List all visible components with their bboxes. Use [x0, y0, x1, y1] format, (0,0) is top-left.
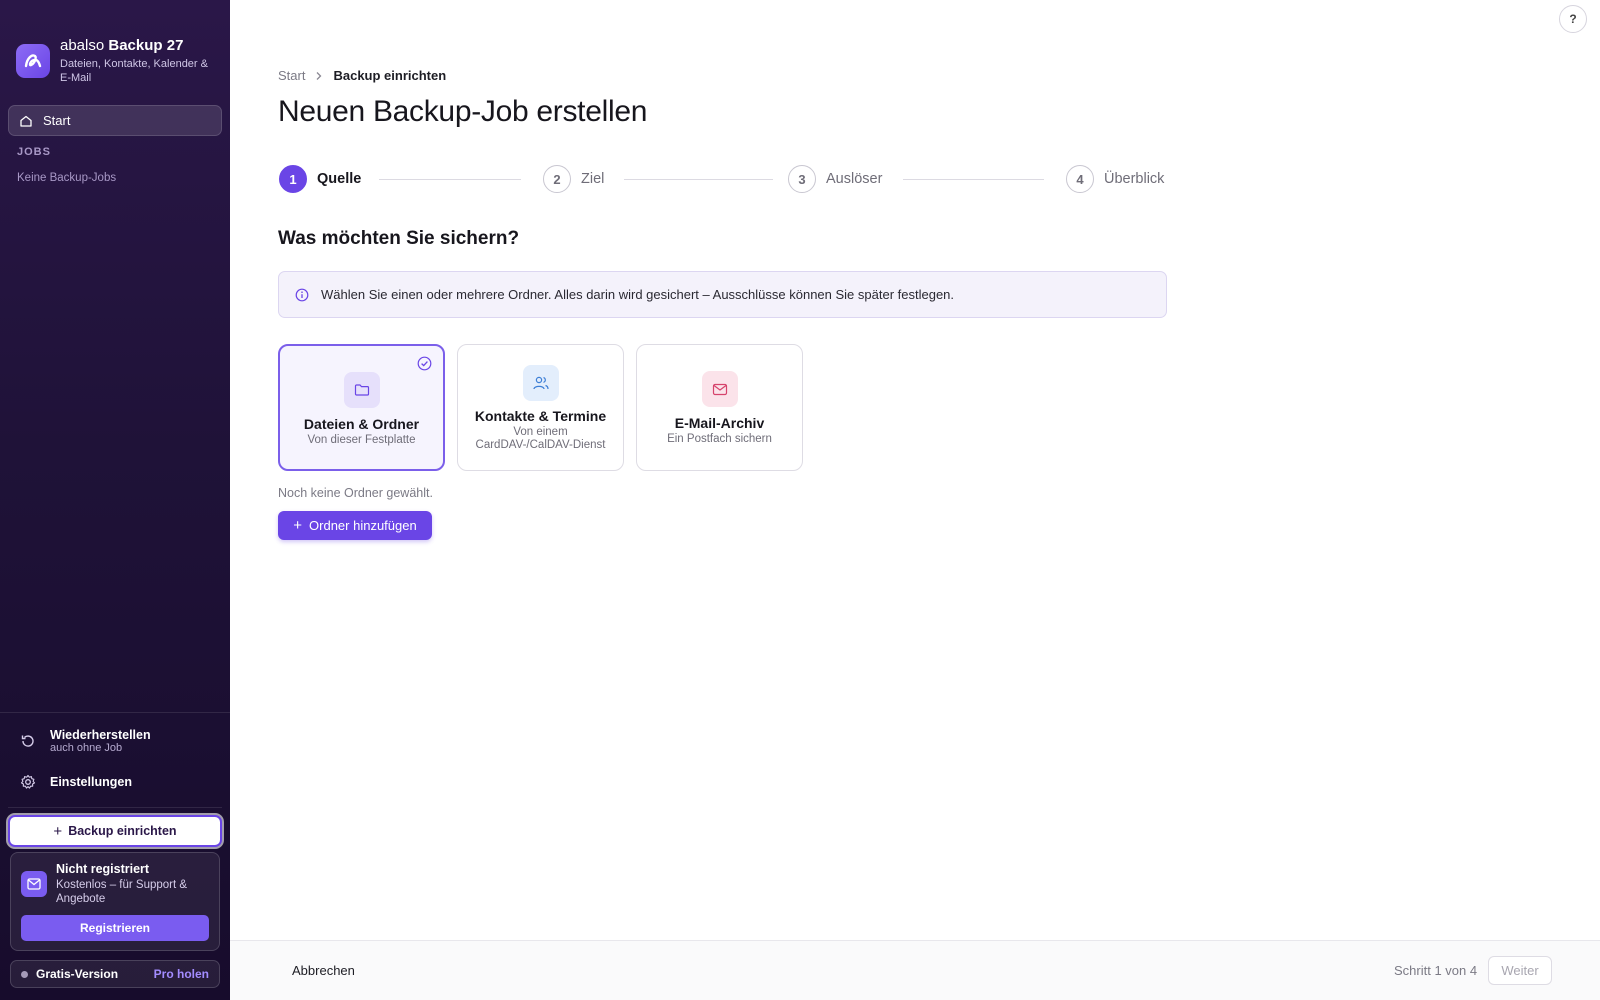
- sidebar-item-start[interactable]: Start: [8, 105, 222, 136]
- step-connector: [624, 179, 773, 180]
- add-folder-button[interactable]: + Ordner hinzufügen: [278, 511, 432, 540]
- step-counter: Schritt 1 von 4: [1394, 963, 1478, 978]
- sidebar-item-settings[interactable]: Einstellungen: [20, 774, 132, 790]
- version-label: Gratis-Version: [36, 967, 119, 981]
- step-trigger[interactable]: 3 Auslöser: [788, 165, 882, 193]
- divider: [8, 807, 222, 808]
- source-card-email[interactable]: E-Mail-Archiv Ein Postfach sichern: [636, 344, 803, 471]
- card-title: Kontakte & Termine: [474, 408, 607, 424]
- info-banner: Wählen Sie einen oder mehrere Ordner. Al…: [278, 271, 1167, 318]
- step-number: 2: [543, 165, 571, 193]
- app-tagline: Dateien, Kontakte, Kalender & E-Mail: [60, 58, 208, 84]
- restore-label: Wiederherstellen: [50, 728, 151, 742]
- source-card-files[interactable]: Dateien & Ordner Von dieser Festplatte: [278, 344, 445, 471]
- info-text: Wählen Sie einen oder mehrere Ordner. Al…: [321, 287, 955, 302]
- registration-subtitle: Kostenlos – für Support & Angebote: [56, 879, 188, 905]
- backup-setup-button[interactable]: + Backup einrichten: [8, 815, 222, 847]
- step-target[interactable]: 2 Ziel: [543, 165, 604, 193]
- folder-icon: [343, 372, 380, 408]
- info-icon: [295, 288, 309, 301]
- backup-setup-label: Backup einrichten: [68, 824, 177, 838]
- card-title: E-Mail-Archiv: [674, 415, 765, 431]
- page-title: Neuen Backup-Job erstellen: [278, 95, 648, 128]
- section-title: Was möchten Sie sichern?: [278, 228, 520, 249]
- step-label: Ziel: [581, 171, 605, 187]
- step-connector: [903, 179, 1044, 180]
- mail-icon: [21, 871, 47, 897]
- step-number: 4: [1066, 165, 1094, 193]
- gear-icon: [20, 774, 36, 789]
- plus-icon: +: [293, 517, 303, 534]
- step-label: Auslöser: [826, 171, 883, 187]
- divider: [0, 712, 230, 713]
- registration-card: Nicht registriert Kostenlos – für Suppor…: [10, 852, 220, 951]
- wizard-footer: Abbrechen Schritt 1 von 4 Weiter: [230, 940, 1600, 1000]
- register-button[interactable]: Registrieren: [21, 915, 209, 941]
- sidebar-item-label: Start: [43, 113, 71, 128]
- version-bar: Gratis-Version Pro holen: [10, 960, 220, 988]
- card-subtitle: Von einem CardDAV-/CalDAV-Dienst: [475, 426, 606, 451]
- breadcrumb-current: Backup einrichten: [333, 68, 447, 83]
- restore-sublabel: auch ohne Job: [50, 742, 123, 754]
- step-connector: [379, 179, 521, 180]
- app-brand: abalso Backup 27 Dateien, Kontakte, Kale…: [16, 36, 210, 85]
- breadcrumb: Start Backup einrichten: [278, 68, 446, 83]
- empty-selection-text: Noch keine Ordner gewählt.: [278, 486, 433, 500]
- status-dot: [21, 970, 28, 978]
- step-label: Überblick: [1104, 171, 1165, 187]
- sidebar-item-restore[interactable]: Wiederherstellen auch ohne Job: [20, 728, 151, 754]
- step-label: Quelle: [317, 171, 362, 187]
- help-button[interactable]: ?: [1559, 5, 1587, 33]
- add-folder-label: Ordner hinzufügen: [309, 518, 417, 533]
- app-name: abalso Backup 27: [60, 37, 184, 54]
- chevron-right-icon: [317, 71, 322, 80]
- check-circle-icon: [417, 356, 432, 371]
- breadcrumb-start[interactable]: Start: [278, 68, 305, 83]
- next-button[interactable]: Weiter: [1488, 956, 1552, 985]
- step-source[interactable]: 1 Quelle: [279, 165, 361, 193]
- jobs-empty-text: Keine Backup-Jobs: [17, 172, 117, 184]
- card-subtitle: Von dieser Festplatte: [307, 434, 416, 446]
- sidebar: abalso Backup 27 Dateien, Kontakte, Kale…: [0, 0, 230, 1000]
- get-pro-link[interactable]: Pro holen: [154, 967, 209, 981]
- users-icon: [522, 365, 559, 401]
- stepper: 1 Quelle 2 Ziel 3 Auslöser 4 Überblick: [279, 165, 1167, 193]
- step-number: 1: [279, 165, 307, 193]
- registration-title: Nicht registriert: [56, 862, 150, 876]
- app-logo-icon: [16, 44, 50, 78]
- card-title: Dateien & Ordner: [303, 416, 420, 432]
- cancel-button[interactable]: Abbrechen: [292, 963, 355, 978]
- settings-label: Einstellungen: [50, 775, 132, 789]
- plus-icon: +: [53, 822, 63, 840]
- home-icon: [20, 115, 32, 127]
- card-subtitle: Ein Postfach sichern: [667, 433, 772, 445]
- mail-icon: [701, 371, 738, 407]
- restore-icon: [21, 735, 34, 747]
- step-number: 3: [788, 165, 816, 193]
- step-overview[interactable]: 4 Überblick: [1066, 165, 1164, 193]
- source-card-contacts[interactable]: Kontakte & Termine Von einem CardDAV-/Ca…: [457, 344, 624, 471]
- jobs-heading: JOBS: [17, 146, 51, 158]
